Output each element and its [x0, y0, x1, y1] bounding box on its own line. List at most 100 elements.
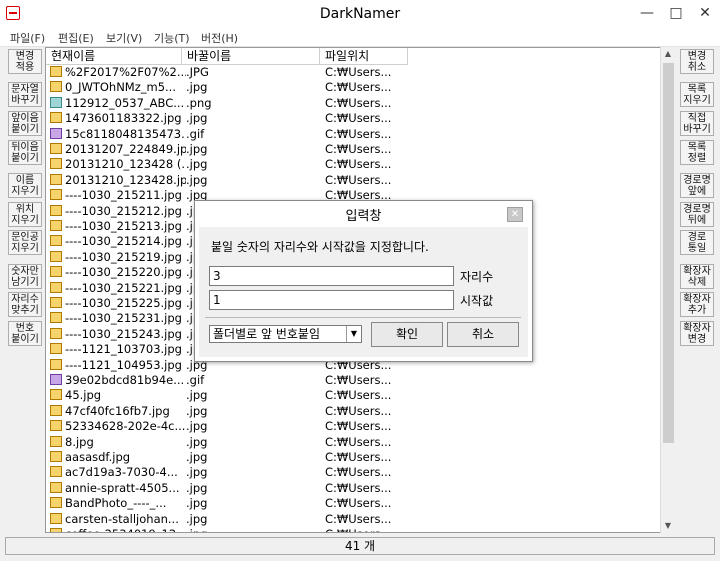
- file-row[interactable]: 52334628-202e-4c... .jpg C:₩Users...: [46, 419, 408, 434]
- file-name: ----1030_215219.jpg: [65, 249, 182, 264]
- path-cell: C:₩Users...: [325, 172, 392, 187]
- image-file-icon: [50, 112, 62, 124]
- path-cell: C:₩Users...: [325, 480, 392, 495]
- image-file-icon: [50, 327, 62, 339]
- image-file-icon: [50, 497, 62, 509]
- current-name-cell: ----1121_103703.jpg: [50, 342, 186, 357]
- start-value-input[interactable]: 1: [209, 290, 454, 310]
- current-name-cell: coffee-2534019_12...: [50, 527, 186, 532]
- file-row[interactable]: coffee-2534019_12....jpg C:₩Users...: [46, 527, 408, 532]
- sort-list-button[interactable]: 목록 정렬: [680, 140, 714, 165]
- menu-function[interactable]: 기능(T): [154, 30, 190, 46]
- scroll-up-icon[interactable]: ▲: [661, 49, 675, 58]
- file-row[interactable]: carsten-stalljohan... .jpg C:₩Users...: [46, 512, 408, 527]
- file-row[interactable]: 20131207_224849.jpg .jpg C:₩Users...: [46, 142, 408, 157]
- column-header-new-name[interactable]: 바꿀이름: [182, 48, 320, 65]
- file-name: 15c8118048135473...: [65, 126, 186, 141]
- path-cell: C:₩Users...: [325, 373, 392, 387]
- column-header-path[interactable]: 파일위치: [320, 48, 408, 65]
- column-header-current-name[interactable]: 현재이름: [46, 48, 182, 65]
- new-name-cell: .jpg: [186, 111, 208, 126]
- undo-changes-button[interactable]: 변경 취소: [680, 49, 714, 74]
- image-file-icon: [50, 297, 62, 308]
- delete-chars-button[interactable]: 문인공 지우기: [8, 230, 42, 255]
- file-row[interactable]: 45.jpg .jpg C:₩Users...: [46, 388, 408, 403]
- suffix-button[interactable]: 뒤이음 붙이기: [8, 140, 42, 165]
- new-name-cell: .jpg: [186, 142, 208, 156]
- image-file-icon: [50, 220, 62, 231]
- delete-name-button[interactable]: 이름 지우기: [8, 173, 42, 198]
- direct-rename-button[interactable]: 직접 바꾸기: [680, 111, 714, 136]
- file-row[interactable]: 20131210_123428.jpg .jpg C:₩Users...: [46, 173, 408, 188]
- new-name-cell: .jpg: [186, 419, 208, 434]
- file-row[interactable]: 39e02bdcd81b94e... .gif C:₩Users...: [46, 373, 408, 388]
- ok-button[interactable]: 확인: [371, 322, 443, 347]
- file-name: ----1030_215214.jpg: [65, 234, 182, 249]
- file-name: 20131210_123428 (...: [65, 157, 186, 172]
- file-row[interactable]: %2F2017%2F07%2... .JPG C:₩Users...: [46, 65, 408, 80]
- digits-label: 자리수: [460, 270, 494, 284]
- change-extension-button[interactable]: 확장자 변경: [680, 321, 714, 346]
- numbering-mode-select[interactable]: 폴더별로 앞 번호붙임 ▼: [209, 325, 362, 343]
- scroll-down-icon[interactable]: ▼: [661, 521, 675, 530]
- digits-input[interactable]: 3: [209, 266, 454, 286]
- minimize-button[interactable]: —: [632, 2, 662, 24]
- file-row[interactable]: 8.jpg .jpg C:₩Users...: [46, 435, 408, 450]
- file-row[interactable]: ac7d19a3-7030-4... .jpg C:₩Users...: [46, 465, 408, 480]
- file-name: annie-spratt-4505...: [65, 480, 180, 495]
- file-row[interactable]: aasasdf.jpg .jpg C:₩Users...: [46, 450, 408, 465]
- scrollbar-thumb[interactable]: [663, 63, 674, 443]
- vertical-scrollbar[interactable]: ▲ ▼: [660, 47, 675, 533]
- image-file-icon: [50, 266, 62, 278]
- current-name-cell: ----1121_104953.jpg: [50, 358, 186, 373]
- current-name-cell: 20131210_123428 (...: [50, 157, 186, 172]
- file-row[interactable]: annie-spratt-4505... .jpg C:₩Users...: [46, 481, 408, 496]
- image-file-icon: [50, 312, 62, 324]
- image-file-icon: [50, 96, 62, 108]
- file-row[interactable]: 112912_0537_ABC... .png C:₩Users...: [46, 96, 408, 111]
- cancel-button[interactable]: 취소: [447, 322, 519, 347]
- status-count: 41 개: [5, 537, 715, 555]
- file-row[interactable]: 1473601183322.jpg .jpg C:₩Users...: [46, 111, 408, 126]
- path-cell: C:₩Users...: [325, 65, 392, 79]
- file-row[interactable]: 47cf40fc16fb7.jpg .jpg C:₩Users...: [46, 404, 408, 419]
- current-name-cell: aasasdf.jpg: [50, 450, 186, 465]
- current-name-cell: 45.jpg: [50, 388, 186, 403]
- menu-file[interactable]: 파일(F): [10, 30, 45, 46]
- dialog-close-icon[interactable]: ✕: [507, 207, 523, 222]
- current-name-cell: ----1030_215211.jpg: [50, 188, 186, 203]
- delete-position-button[interactable]: 위치 지우기: [8, 202, 42, 227]
- menu-edit[interactable]: 편집(E): [58, 30, 94, 46]
- close-button[interactable]: ✕: [690, 2, 720, 24]
- file-row[interactable]: 0_JWTOhNMz_m5... .jpg C:₩Users...: [46, 80, 408, 95]
- file-name: 0_JWTOhNMz_m5...: [65, 80, 176, 95]
- file-row[interactable]: 15c8118048135473... .gif C:₩Users...: [46, 127, 408, 142]
- pad-digits-button[interactable]: 자리수 맞추기: [8, 292, 42, 317]
- title-bar: DarkNamer — □ ✕: [0, 0, 720, 29]
- apply-changes-button[interactable]: 변경 적용: [8, 49, 42, 74]
- path-suffix-button[interactable]: 경로명 뒤에: [680, 202, 714, 227]
- prefix-button[interactable]: 앞이음 붙이기: [8, 111, 42, 136]
- delete-extension-button[interactable]: 확장자 삭제: [680, 264, 714, 289]
- chevron-down-icon[interactable]: ▼: [346, 326, 361, 342]
- file-row[interactable]: BandPhoto_----_... .jpg C:₩Users...: [46, 496, 408, 511]
- image-file-icon: [50, 127, 62, 139]
- keep-numbers-button[interactable]: 숫자만 남기기: [8, 264, 42, 289]
- current-name-cell: ----1030_215219.jpg: [50, 250, 186, 265]
- add-number-button[interactable]: 번호 붙이기: [8, 321, 42, 346]
- maximize-button[interactable]: □: [661, 2, 691, 24]
- path-prefix-button[interactable]: 경로명 앞에: [680, 173, 714, 198]
- image-file-icon: [50, 435, 62, 447]
- clear-list-button[interactable]: 목록 지우기: [680, 82, 714, 107]
- unify-path-button[interactable]: 경로 통일: [680, 230, 714, 255]
- current-name-cell: 52334628-202e-4c...: [50, 419, 186, 434]
- menu-view[interactable]: 보기(V): [106, 30, 142, 46]
- file-name: ----1030_215225.jpg: [65, 296, 182, 310]
- add-extension-button[interactable]: 확장자 추가: [680, 292, 714, 317]
- file-row[interactable]: 20131210_123428 (... .jpg C:₩Users...: [46, 157, 408, 172]
- file-name: 47cf40fc16fb7.jpg: [65, 403, 170, 418]
- file-name: ----1030_215213.jpg: [65, 219, 182, 233]
- menu-version[interactable]: 버전(H): [201, 30, 238, 46]
- current-name-cell: 8.jpg: [50, 435, 186, 450]
- replace-string-button[interactable]: 문자열 바꾸기: [8, 82, 42, 107]
